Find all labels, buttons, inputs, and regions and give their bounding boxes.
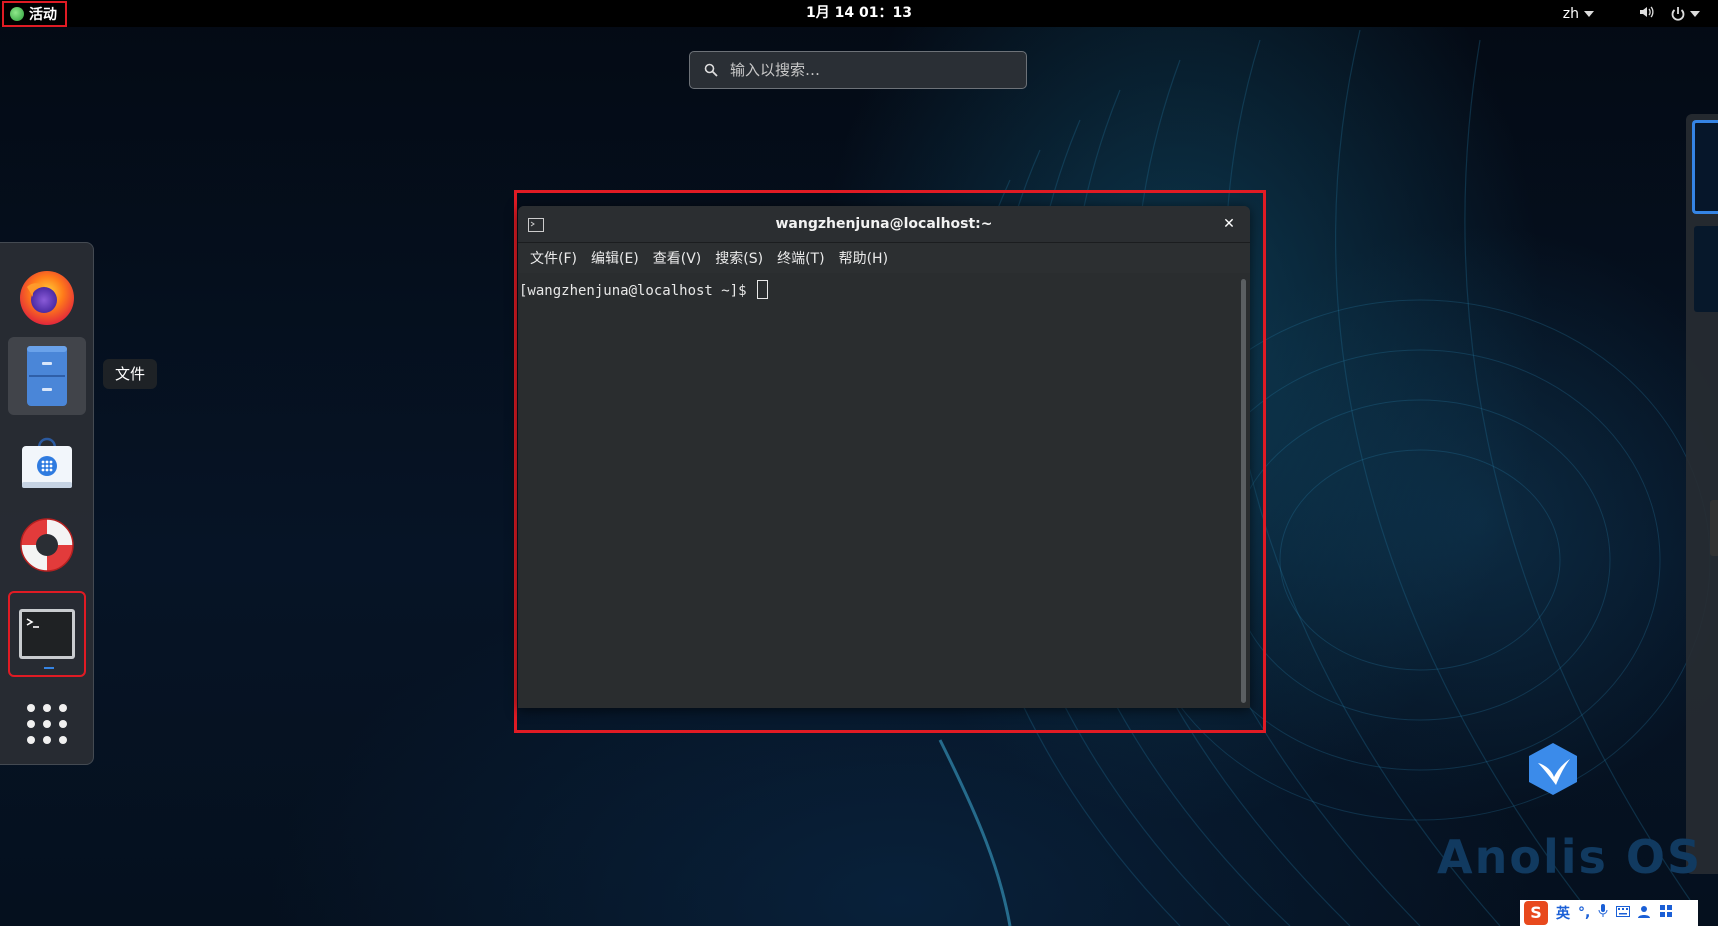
sogou-logo-icon[interactable]: S — [1524, 901, 1548, 925]
terminal-title: wangzhenjuna@localhost:~ — [775, 216, 993, 232]
workspace-handle[interactable] — [1710, 500, 1718, 556]
user-icon[interactable] — [1638, 905, 1652, 922]
terminal-scrollbar[interactable] — [1241, 279, 1246, 703]
close-icon[interactable]: ✕ — [1218, 213, 1240, 235]
top-bar: 活动 1月 14 01：13 zh — [0, 0, 1718, 27]
workspace-thumbnail-empty[interactable] — [1694, 226, 1718, 312]
menu-view[interactable]: 查看(V) — [647, 248, 710, 268]
lifebuoy-icon — [20, 518, 74, 572]
punctuation-icon[interactable]: °, — [1578, 905, 1590, 921]
search-icon — [704, 63, 718, 77]
system-tray: zh — [1563, 0, 1700, 27]
firefox-icon — [20, 271, 74, 325]
toolbox-icon[interactable] — [1660, 904, 1673, 922]
dash-tooltip: 文件 — [103, 359, 158, 389]
dash-item-files[interactable] — [8, 337, 86, 415]
keyboard-icon[interactable] — [1616, 905, 1631, 921]
activities-button[interactable]: 活动 — [2, 1, 67, 27]
anolis-logo-icon — [10, 7, 24, 21]
chevron-down-icon — [1584, 10, 1594, 17]
menu-help[interactable]: 帮助(H) — [833, 248, 896, 268]
volume-icon[interactable] — [1638, 4, 1654, 24]
language-label: zh — [1562, 5, 1579, 22]
chevron-down-icon — [1690, 10, 1700, 17]
dash — [0, 242, 94, 765]
show-apps-button[interactable] — [8, 685, 86, 763]
ime-mode[interactable]: 英 — [1556, 903, 1570, 923]
dash-item-help[interactable] — [8, 506, 86, 584]
dash-item-firefox[interactable] — [8, 258, 86, 336]
menu-edit[interactable]: 编辑(E) — [585, 248, 647, 268]
clock[interactable]: 1月 14 01：13 — [806, 5, 912, 21]
terminal-window[interactable]: wangzhenjuna@localhost:~ ✕ 文件(F) 编辑(E) 查… — [518, 206, 1250, 708]
app-grid-icon — [27, 704, 67, 744]
menu-file[interactable]: 文件(F) — [524, 248, 585, 268]
activities-label: 活动 — [29, 7, 57, 23]
microphone-icon[interactable] — [1598, 904, 1608, 922]
terminal-titlebar[interactable]: wangzhenjuna@localhost:~ ✕ — [518, 206, 1250, 243]
language-indicator[interactable]: zh — [1563, 6, 1594, 22]
menu-terminal[interactable]: 终端(T) — [771, 248, 832, 268]
terminal-cursor — [757, 280, 769, 299]
input-method-bar: S 英 °, — [1520, 900, 1698, 926]
dash-item-software[interactable] — [8, 423, 86, 501]
menu-search[interactable]: 搜索(S) — [709, 248, 771, 268]
file-cabinet-icon — [27, 346, 67, 406]
terminal-prompt: [wangzhenjuna@localhost ~]$ — [519, 283, 756, 299]
terminal-icon — [19, 609, 75, 659]
workspace-thumbnail-active[interactable] — [1692, 120, 1718, 214]
terminal-prompt-line: [wangzhenjuna@localhost ~]$ — [519, 280, 769, 299]
search-box[interactable] — [689, 51, 1027, 89]
search-input[interactable] — [728, 60, 992, 80]
terminal-menubar: 文件(F) 编辑(E) 查看(V) 搜索(S) 终端(T) 帮助(H) — [518, 243, 1250, 273]
clock-container: 1月 14 01：13 — [0, 0, 1718, 27]
running-indicator — [44, 667, 54, 669]
anolis-bird-logo-icon — [1526, 741, 1580, 801]
power-icon[interactable] — [1670, 6, 1700, 22]
software-bag-icon — [22, 437, 72, 488]
dash-item-terminal[interactable] — [8, 591, 86, 677]
terminal-body[interactable]: [wangzhenjuna@localhost ~]$ — [518, 273, 1250, 708]
os-brand-text: Anolis OS — [1437, 830, 1703, 884]
